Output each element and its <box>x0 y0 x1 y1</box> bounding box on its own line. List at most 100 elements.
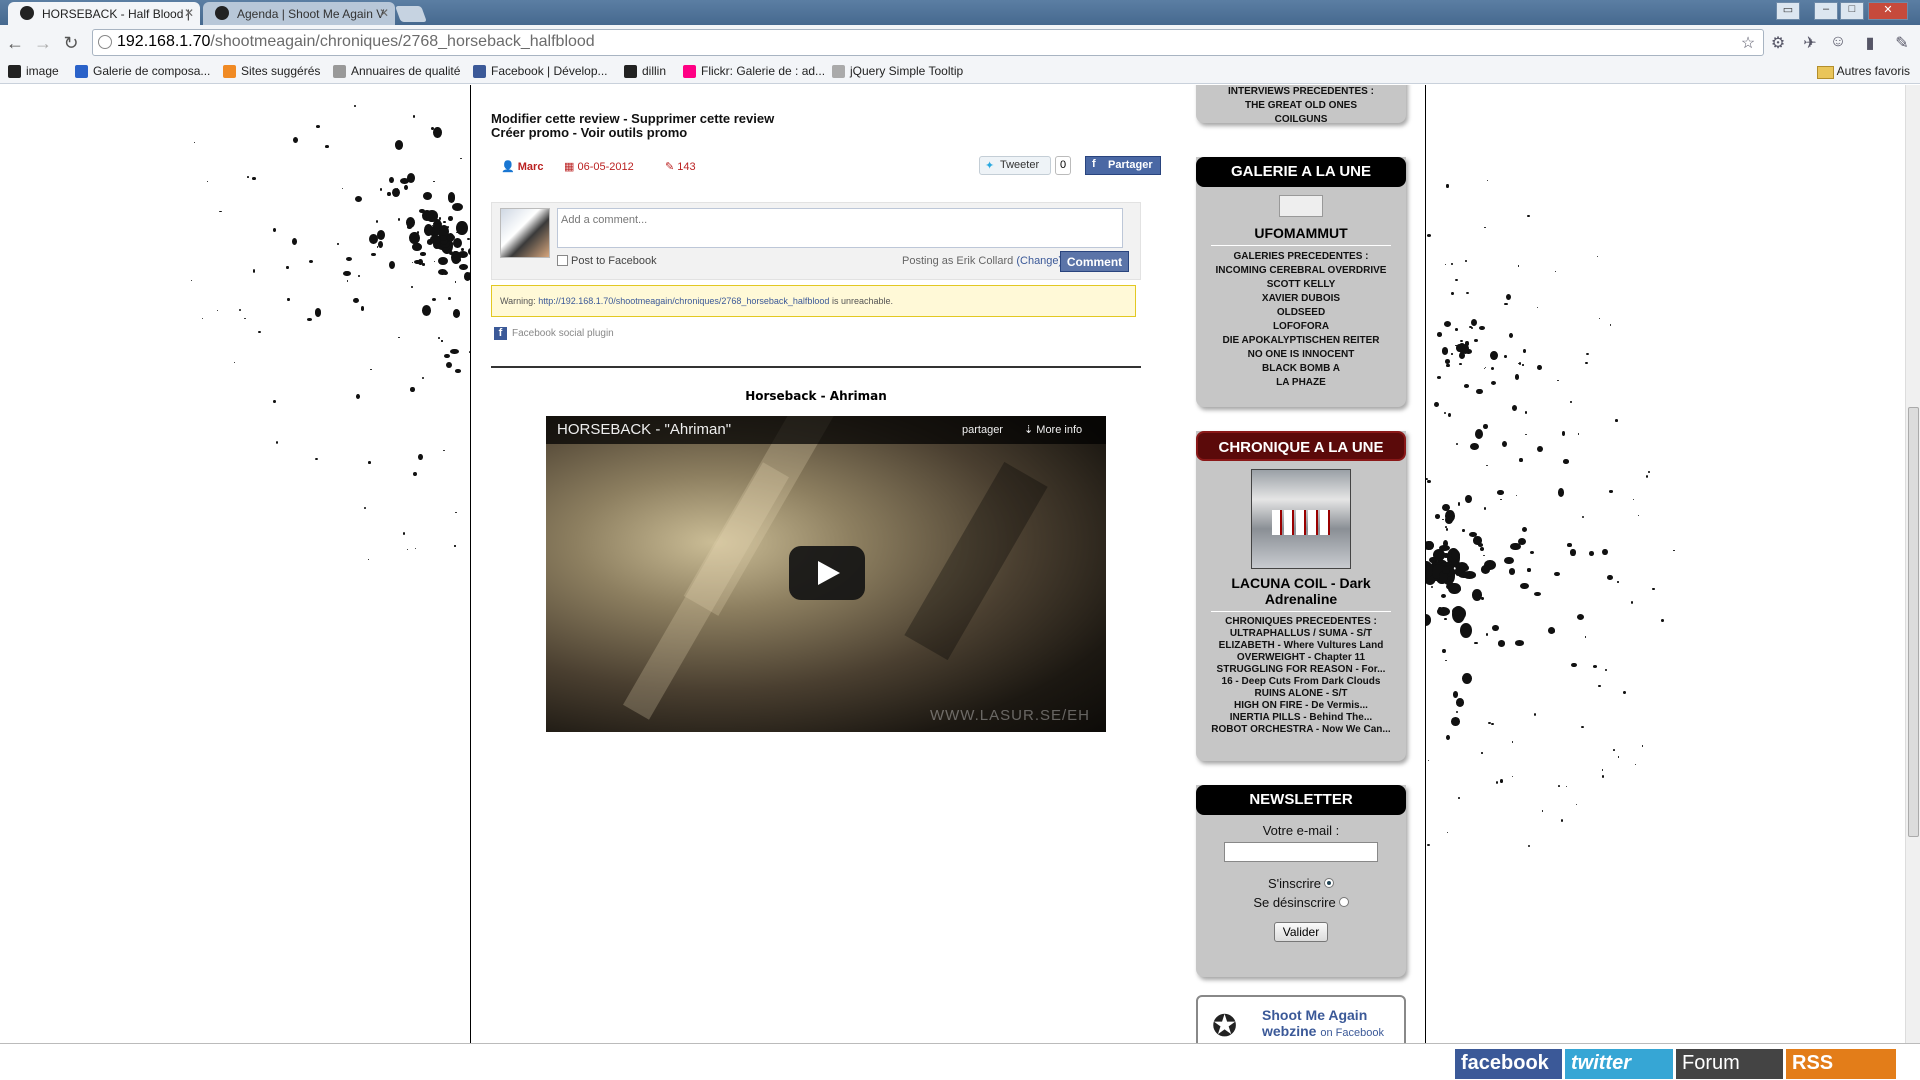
chronique-link[interactable]: 16 - Deep Cuts From Dark Clouds <box>1196 676 1406 688</box>
ink-drop <box>1634 764 1637 766</box>
valider-button[interactable]: Valider <box>1274 922 1328 942</box>
tab-horseback[interactable]: HORSEBACK - Half Blood | ✕ <box>8 2 200 25</box>
page-scrollbar[interactable] <box>1905 85 1920 1043</box>
chronique-link[interactable]: ROBOT ORCHESTRA - Now We Can... <box>1196 724 1406 736</box>
other-bookmarks-folder[interactable]: Autres favoris <box>1816 64 1910 79</box>
reload-icon[interactable]: ↻ <box>60 32 82 54</box>
unsubscribe-radio[interactable] <box>1338 897 1349 907</box>
galerie-link[interactable]: INCOMING CEREBRAL OVERDRIVE <box>1196 264 1406 278</box>
extension-bird-icon[interactable]: ✈ <box>1800 33 1820 53</box>
galerie-link[interactable]: OLDSEED <box>1196 306 1406 320</box>
ink-drop <box>1570 549 1576 556</box>
galerie-link[interactable]: LOFOFORA <box>1196 320 1406 334</box>
page-info-icon[interactable] <box>98 35 112 49</box>
post-to-facebook-checkbox[interactable]: Post to Facebook <box>557 255 657 267</box>
chronique-link[interactable]: HIGH ON FIRE - De Vermis... <box>1196 700 1406 712</box>
chronique-link[interactable]: STRUGGLING FOR REASON - For... <box>1196 664 1406 676</box>
chronique-link[interactable]: RUINS ALONE - S/T <box>1196 688 1406 700</box>
galerie-link[interactable]: XAVIER DUBOIS <box>1196 292 1406 306</box>
checkbox-icon[interactable] <box>557 255 568 266</box>
back-arrow-icon[interactable]: ← <box>4 32 26 54</box>
facebook-share-button[interactable]: f Partager <box>1085 156 1161 175</box>
ink-drop <box>461 248 464 251</box>
bookmark-dillin[interactable]: dillin <box>624 64 666 78</box>
close-tab-icon[interactable]: ✕ <box>184 6 194 20</box>
warning-url[interactable]: http://192.168.1.70/shootmeagain/chroniq… <box>538 296 829 306</box>
extension-icon[interactable]: ⚙ <box>1768 33 1788 53</box>
address-bar[interactable]: 192.168.1.70/shootmeagain/chroniques/276… <box>92 29 1764 56</box>
tab-agenda[interactable]: Agenda | Shoot Me Again V ✕ <box>203 2 395 25</box>
change-account-link[interactable]: (Change) <box>1016 255 1062 267</box>
bookmark-facebook[interactable]: Facebook | Dévelop... <box>473 64 608 78</box>
galerie-link[interactable]: BLACK BOMB A <box>1196 362 1406 376</box>
interview-link[interactable]: THE GREAT OLD ONES <box>1196 99 1406 113</box>
bookmark-star-icon[interactable]: ☆ <box>1738 33 1758 53</box>
galerie-featured[interactable]: UFOMAMMUT <box>1196 225 1406 241</box>
minimize-button[interactable]: – <box>1814 2 1838 20</box>
twitter-link[interactable]: twitter <box>1565 1049 1673 1079</box>
facebook-page-card[interactable]: ✪ Shoot Me Again webzine on Facebook <box>1196 995 1406 1043</box>
views-icon: ✎ <box>665 161 675 173</box>
subscribe-option[interactable]: S'inscrire <box>1196 876 1406 891</box>
chronique-featured[interactable]: LACUNA COIL - Dark Adrenaline <box>1226 575 1376 607</box>
ink-drop <box>371 252 376 256</box>
author-name[interactable]: Marc <box>518 161 544 173</box>
ink-drop <box>1505 294 1511 301</box>
bookmark-image[interactable]: image <box>8 64 59 78</box>
admin-promo-links[interactable]: Créer promo - Voir outils promo <box>491 126 774 140</box>
ink-drop <box>1557 380 1559 381</box>
window-close-button[interactable]: ✕ <box>1868 2 1908 20</box>
forward-arrow-icon[interactable]: → <box>32 32 54 54</box>
chronique-link[interactable]: INERTIA PILLS - Behind The... <box>1196 712 1406 724</box>
bookmark-flickr[interactable]: Flickr: Galerie de : ad... <box>683 64 825 78</box>
facebook-link[interactable]: facebook <box>1455 1049 1562 1079</box>
youtube-video-player[interactable]: HORSEBACK - "Ahriman" partager ⇣ More in… <box>546 416 1106 732</box>
play-button-icon[interactable] <box>789 546 865 600</box>
chronique-link[interactable]: ULTRAPHALLUS / SUMA - S/T <box>1196 628 1406 640</box>
video-share-link[interactable]: partager <box>962 424 1003 436</box>
bookmark-jquery[interactable]: jQuery Simple Tooltip <box>832 64 963 78</box>
rss-link[interactable]: RSS <box>1786 1049 1896 1079</box>
comment-input[interactable]: Add a comment... <box>557 208 1123 248</box>
ink-drop <box>400 177 410 184</box>
window-restore-icon[interactable]: ▭ <box>1776 2 1800 20</box>
wrench-menu-icon[interactable]: ✎ <box>1892 33 1912 53</box>
scrollbar-thumb[interactable] <box>1908 407 1919 837</box>
galerie-link[interactable]: DIE APOKALYPTISCHEN REITER <box>1196 334 1406 348</box>
galerie-link[interactable]: NO ONE IS INNOCENT <box>1196 348 1406 362</box>
album-cover[interactable] <box>1251 469 1351 569</box>
admin-edit-links[interactable]: Modifier cette review - Supprimer cette … <box>491 112 774 126</box>
subscribe-radio[interactable] <box>1324 878 1335 888</box>
extension-cat-icon[interactable]: ☺ <box>1828 33 1848 53</box>
galerie-link[interactable]: LA PHAZE <box>1196 376 1406 390</box>
chronique-list: CHRONIQUES PRECEDENTES : ULTRAPHALLUS / … <box>1196 616 1406 736</box>
email-field[interactable] <box>1224 842 1378 862</box>
galerie-link[interactable]: SCOTT KELLY <box>1196 278 1406 292</box>
ink-drop <box>1492 625 1499 632</box>
unsubscribe-option[interactable]: Se désinscrire <box>1196 895 1406 910</box>
galerie-thumbnail[interactable] <box>1279 195 1323 217</box>
video-more-info[interactable]: ⇣ More info <box>1024 423 1082 436</box>
ink-drop <box>1609 490 1613 493</box>
video-title[interactable]: HORSEBACK - "Ahriman" <box>557 421 731 438</box>
ink-drop <box>1455 697 1465 707</box>
bookmark-galerie[interactable]: Galerie de composa... <box>75 64 210 78</box>
separator <box>1211 245 1391 246</box>
ink-drop <box>376 229 386 240</box>
ink-drop <box>206 180 209 182</box>
close-tab-icon[interactable]: ✕ <box>379 6 389 20</box>
ink-drop <box>370 368 372 371</box>
facebook-page-name[interactable]: Shoot Me Again webzine on Facebook <box>1262 1007 1404 1041</box>
chronique-link[interactable]: ELIZABETH - Where Vultures Land <box>1196 640 1406 652</box>
bookmark-annuaires[interactable]: Annuaires de qualité <box>333 64 460 78</box>
tweet-button[interactable]: ✦ Tweeter <box>979 156 1051 175</box>
facebook-social-plugin-link[interactable]: Facebook social plugin <box>494 327 614 340</box>
extension-chart-icon[interactable]: ▮ <box>1860 33 1880 53</box>
new-tab-button[interactable] <box>395 6 427 22</box>
maximize-button[interactable]: □ <box>1840 2 1864 20</box>
comment-button[interactable]: Comment <box>1060 251 1129 272</box>
interview-link[interactable]: COILGUNS <box>1196 113 1406 127</box>
bookmark-sites-suggeres[interactable]: Sites suggérés <box>223 64 320 78</box>
forum-link[interactable]: Forum <box>1676 1049 1783 1079</box>
chronique-link[interactable]: OVERWEIGHT - Chapter 11 <box>1196 652 1406 664</box>
